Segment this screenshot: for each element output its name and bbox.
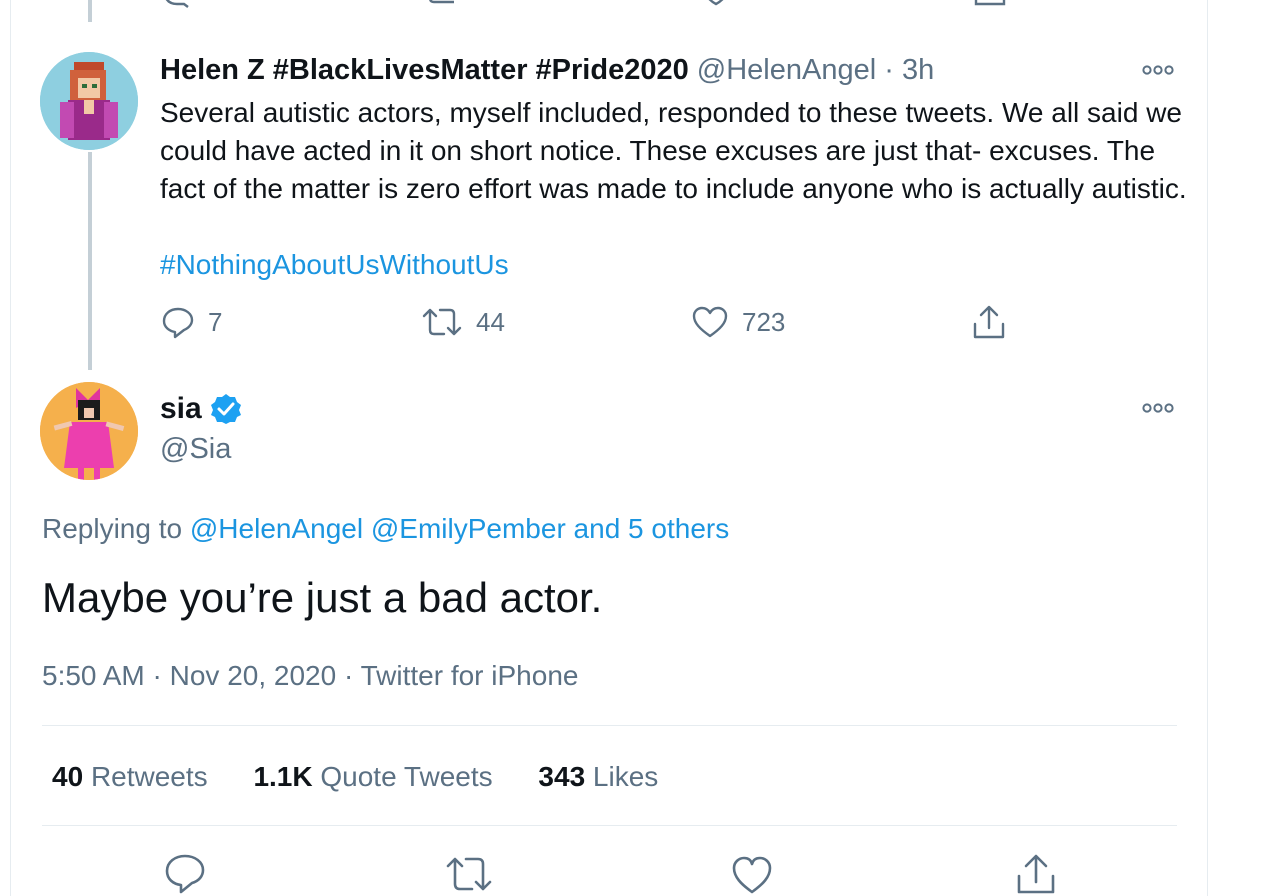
mention-link[interactable]: @EmilyPember [371, 513, 566, 544]
dot-separator: · [343, 660, 354, 691]
previous-tweet-actions [0, 0, 1266, 8]
tweet-time[interactable]: 3h [902, 54, 934, 86]
more-icon[interactable] [1141, 401, 1175, 415]
tweet-time[interactable]: 5:50 AM [42, 660, 145, 691]
quote-count: 1.1K [253, 761, 313, 792]
display-name[interactable]: Helen Z #BlackLivesMatter #Pride2020 [160, 54, 689, 86]
retweet-icon[interactable] [420, 304, 464, 340]
hashtag-link[interactable]: #NothingAboutUsWithoutUs [160, 246, 509, 284]
share-icon[interactable] [1014, 852, 1058, 896]
like-icon[interactable] [690, 304, 730, 340]
reply-tweet-text: Several autistic actors, myself included… [160, 97, 1187, 204]
divider [42, 825, 1177, 826]
avatar-sia-image [40, 382, 138, 480]
retweet-icon[interactable] [424, 0, 460, 8]
retweets-label: Retweets [90, 761, 208, 792]
like-icon[interactable] [730, 852, 774, 896]
like-icon[interactable] [698, 0, 734, 8]
dot-separator: · [884, 54, 894, 86]
sia-display-name-row: sia [160, 390, 242, 428]
like-action[interactable]: 723 [690, 304, 785, 340]
display-name[interactable]: sia [160, 390, 202, 428]
verified-icon [210, 394, 241, 424]
replying-prefix: Replying to [42, 513, 183, 544]
avatar-helen-image [40, 52, 138, 150]
reply-icon[interactable] [164, 852, 206, 896]
mention-link[interactable]: @HelenAngel [190, 513, 363, 544]
retweet-count: 44 [476, 306, 505, 337]
share-action[interactable] [970, 304, 1008, 342]
more-icon[interactable] [1141, 63, 1175, 77]
likes-stat[interactable]: 343 Likes [538, 761, 658, 792]
reply-action[interactable]: 7 [160, 304, 222, 340]
timeline-border-right [1207, 0, 1208, 896]
timeline-border-left [10, 0, 11, 896]
tweet-date[interactable]: Nov 20, 2020 [170, 660, 337, 691]
quote-label: Quote Tweets [320, 761, 493, 792]
tweet-stats: 40 Retweets 1.1K Quote Tweets 343 Likes [52, 758, 696, 796]
handle[interactable]: @Sia [160, 430, 231, 468]
retweet-action[interactable]: 44 [420, 304, 505, 340]
quote-tweets-stat[interactable]: 1.1K Quote Tweets [253, 761, 492, 792]
avatar-sia[interactable] [40, 382, 138, 480]
others-link[interactable]: and 5 others [574, 513, 730, 544]
dot-separator: · [152, 660, 162, 691]
share-icon[interactable] [972, 0, 1008, 8]
like-count: 723 [742, 306, 786, 337]
thread-connector-top [88, 0, 92, 22]
tweet-source[interactable]: Twitter for iPhone [361, 660, 579, 691]
handle[interactable]: @HelenAngel [697, 54, 876, 86]
reply-icon[interactable] [162, 0, 192, 8]
tweet-meta: 5:50 AM · Nov 20, 2020 · Twitter for iPh… [42, 656, 578, 696]
retweet-icon[interactable] [444, 852, 494, 896]
main-tweet-text: Maybe you’re just a bad actor. [42, 574, 603, 621]
reply-tweet-header: Helen Z #BlackLivesMatter #Pride2020 @He… [160, 52, 934, 88]
reply-icon[interactable] [160, 304, 196, 340]
likes-label: Likes [592, 761, 659, 792]
reply-count: 7 [208, 306, 223, 337]
thread-connector [88, 152, 92, 370]
avatar-helen[interactable] [40, 52, 138, 150]
divider [42, 725, 1177, 726]
retweets-stat[interactable]: 40 Retweets [52, 761, 208, 792]
share-icon[interactable] [970, 304, 1008, 342]
replying-to-line: Replying to @HelenAngel @EmilyPember and… [42, 510, 729, 548]
retweets-count: 40 [52, 761, 84, 792]
likes-count: 343 [538, 761, 586, 792]
